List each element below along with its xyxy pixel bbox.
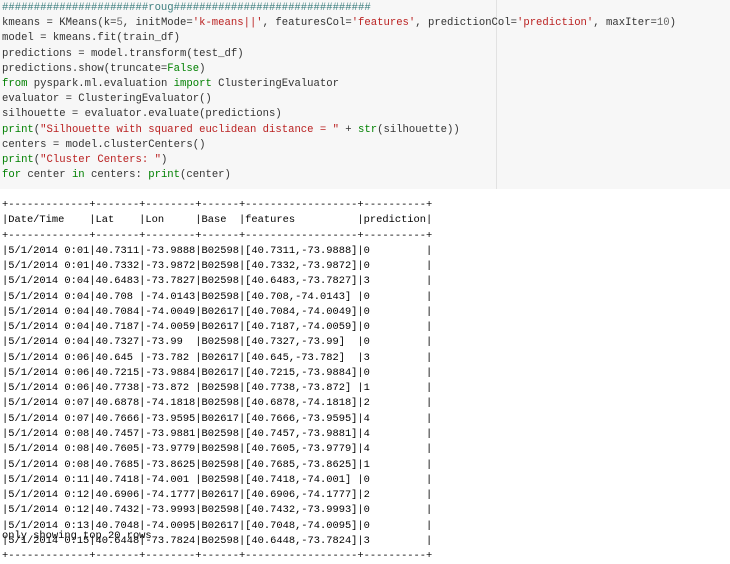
table-row: |5/1/2014 0:04|40.7187|-74.0059|B02617|[…: [2, 321, 433, 334]
table-row: |5/1/2014 0:12|40.6906|-74.1777|B02617|[…: [2, 489, 433, 502]
table-header: |Date/Time |Lat |Lon |Base |features |pr…: [2, 214, 433, 227]
table-row: |5/1/2014 0:01|40.7332|-73.9872|B02598|[…: [2, 260, 433, 273]
table-row: |5/1/2014 0:04|40.7084|-74.0049|B02617|[…: [2, 305, 433, 318]
table-border-mid: +-------------+-------+--------+------+-…: [2, 229, 433, 242]
code-line-transform: predictions = model.transform(test_df): [2, 47, 244, 60]
code-line-kmeans: kmeans = KMeans(k=5, initMode='k-means||…: [2, 17, 676, 30]
table-row: |5/1/2014 0:04|40.7327|-73.99 |B02598|[4…: [2, 336, 433, 349]
table-row: |5/1/2014 0:08|40.7457|-73.9881|B02598|[…: [2, 427, 433, 440]
output-table: +-------------+-------+--------+------+-…: [2, 198, 432, 564]
table-row: |5/1/2014 0:04|40.6483|-73.7827|B02598|[…: [2, 275, 433, 288]
table-row: |5/1/2014 0:01|40.7311|-73.9888|B02598|[…: [2, 244, 433, 257]
table-row: |5/1/2014 0:06|40.645 |-73.782 |B02617|[…: [2, 351, 433, 364]
code-line-print-silhouette: print("Silhouette with squared euclidean…: [2, 123, 460, 136]
code-line-centers: centers = model.clusterCenters(): [2, 138, 206, 151]
table-row: |5/1/2014 0:06|40.7738|-73.872 |B02598|[…: [2, 382, 433, 395]
table-row: |5/1/2014 0:04|40.708 |-74.0143|B02598|[…: [2, 290, 433, 303]
table-row: |5/1/2014 0:07|40.7666|-73.9595|B02617|[…: [2, 412, 433, 425]
table-row: |5/1/2014 0:11|40.7418|-74.001 |B02598|[…: [2, 473, 433, 486]
table-border-top: +-------------+-------+--------+------+-…: [2, 199, 433, 211]
code-line-show: predictions.show(truncate=False): [2, 62, 206, 75]
code-line-fit: model = kmeans.fit(train_df): [2, 32, 181, 45]
code-line-silhouette: silhouette = evaluator.evaluate(predicti…: [2, 108, 282, 121]
code-line-print-centers: print("Cluster Centers: "): [2, 154, 168, 167]
table-row: |5/1/2014 0:08|40.7605|-73.9779|B02598|[…: [2, 443, 433, 456]
code-editor[interactable]: #######################roug#############…: [2, 1, 676, 183]
table-border-bottom: +-------------+-------+--------+------+-…: [2, 550, 433, 563]
code-line-import: from pyspark.ml.evaluation import Cluste…: [2, 78, 339, 91]
table-row: |5/1/2014 0:07|40.6878|-74.1818|B02598|[…: [2, 397, 433, 410]
output-footer: only showing top 20 rows: [2, 530, 152, 542]
table-row: |5/1/2014 0:06|40.7215|-73.9884|B02617|[…: [2, 366, 433, 379]
code-line-evaluator: evaluator = ClusteringEvaluator(): [2, 93, 212, 106]
table-row: |5/1/2014 0:08|40.7685|-73.8625|B02598|[…: [2, 458, 433, 471]
code-comment: #######################roug#############…: [2, 2, 371, 14]
table-row: |5/1/2014 0:12|40.7432|-73.9993|B02598|[…: [2, 504, 433, 517]
code-cell[interactable]: #######################roug#############…: [0, 0, 730, 189]
code-line-for-loop: for center in centers: print(center): [2, 169, 231, 182]
